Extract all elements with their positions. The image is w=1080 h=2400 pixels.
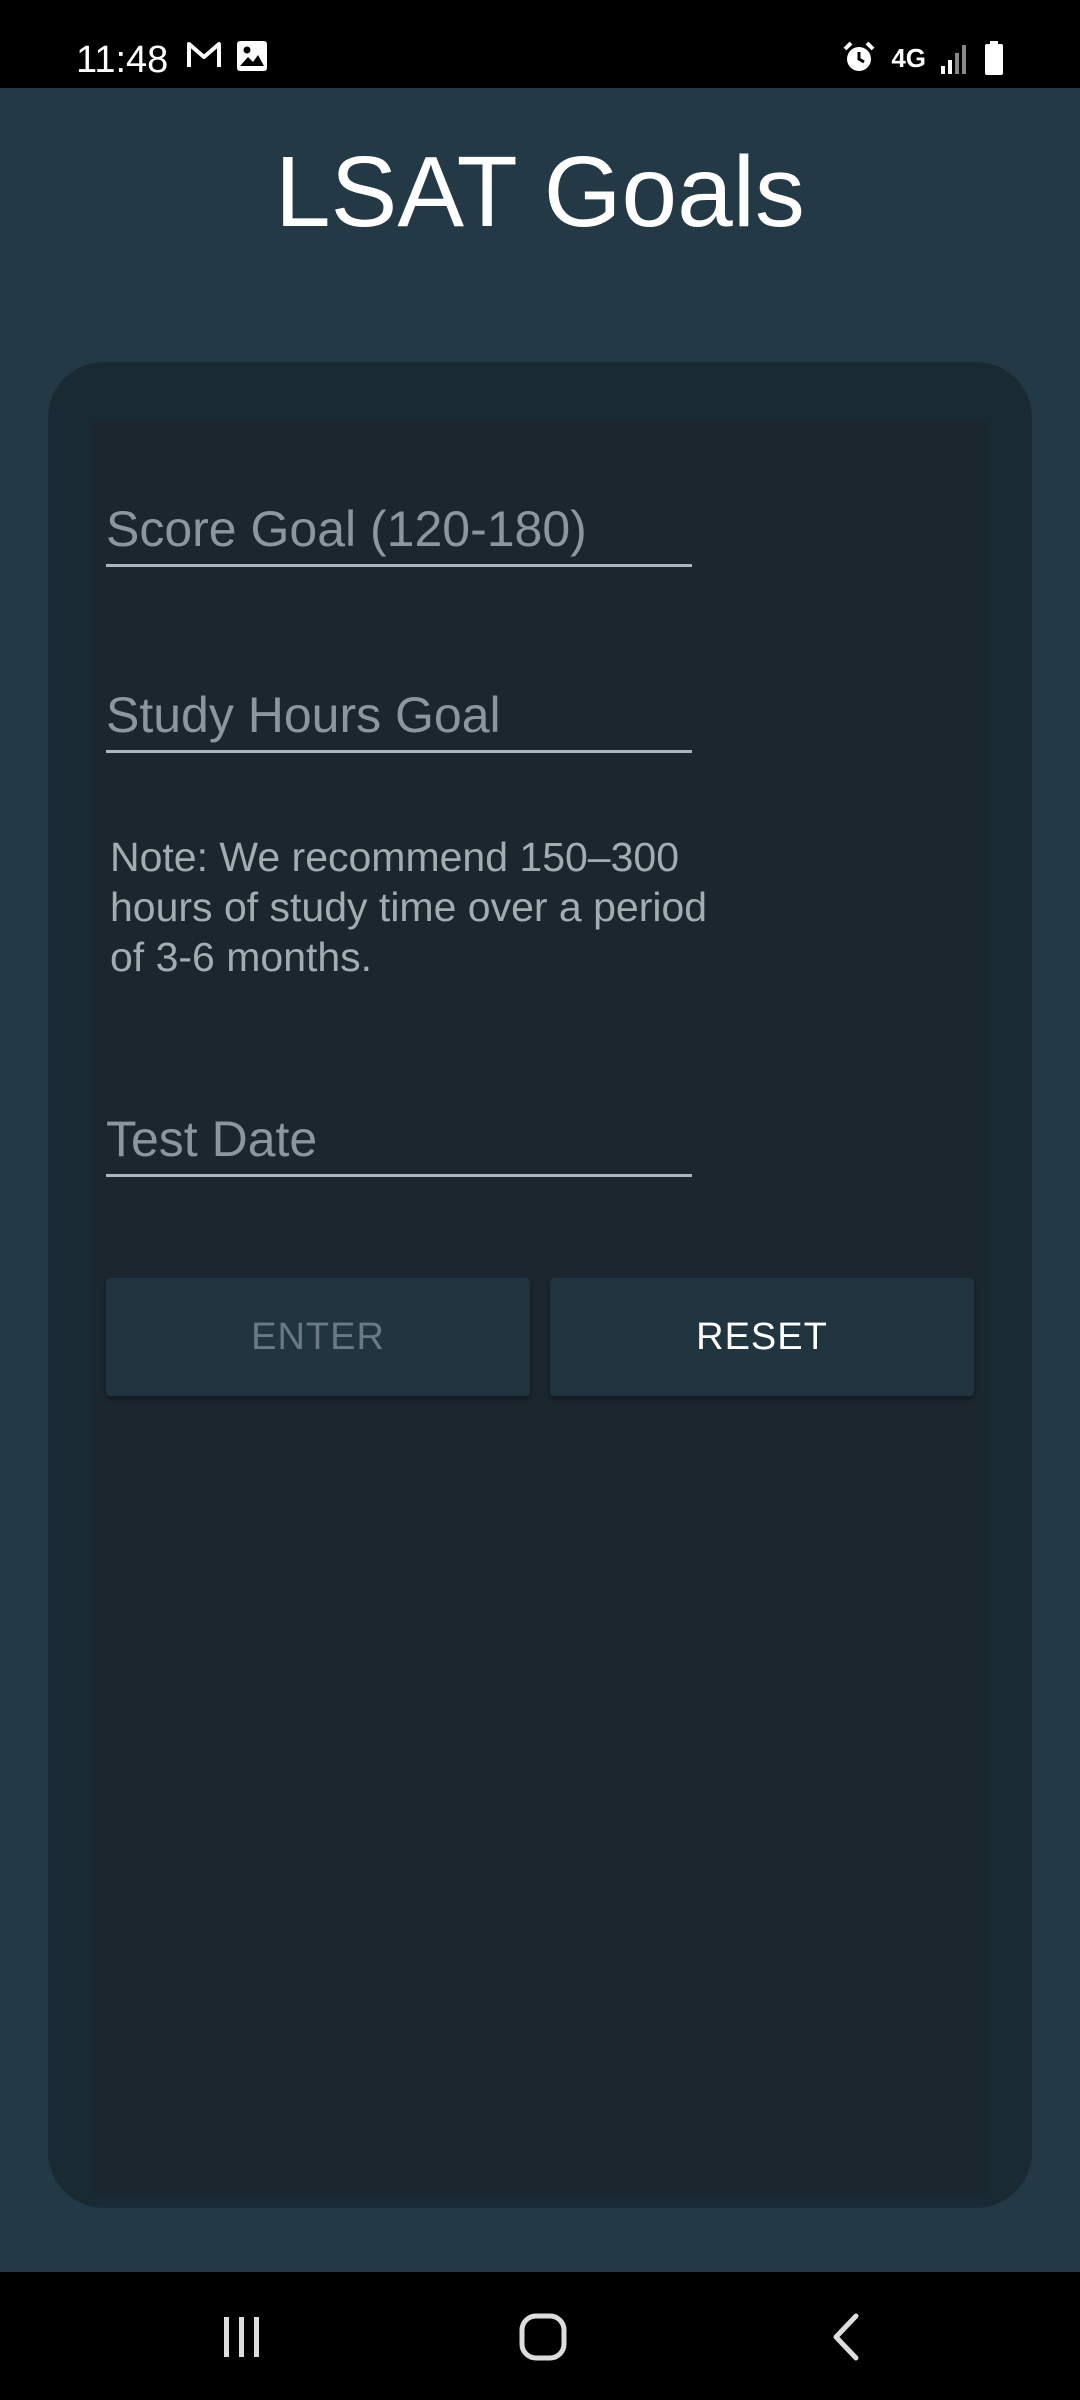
system-icons: 4G <box>841 40 1004 76</box>
gmail-icon <box>186 40 222 72</box>
study-hours-goal-input[interactable] <box>106 686 692 744</box>
app-content: LSAT Goals Note: We recommend 150–300 ho… <box>0 88 1080 2272</box>
signal-icon <box>940 42 970 74</box>
recent-apps-icon[interactable] <box>202 2302 282 2372</box>
back-icon[interactable] <box>806 2302 886 2372</box>
alarm-icon <box>841 40 877 76</box>
notification-icons <box>186 40 268 72</box>
study-hours-goal-field <box>106 670 692 753</box>
home-icon[interactable] <box>503 2302 583 2372</box>
reset-button[interactable]: RESET <box>550 1278 974 1396</box>
status-bar: 11:48 4G <box>0 0 1080 88</box>
image-icon <box>236 40 268 72</box>
score-goal-input[interactable] <box>106 500 692 558</box>
navigation-bar <box>0 2272 1080 2400</box>
battery-icon <box>984 41 1004 75</box>
goals-card: Note: We recommend 150–300 hours of stud… <box>48 362 1032 2208</box>
network-4g-icon: 4G <box>891 43 926 73</box>
score-goal-field <box>106 484 692 567</box>
enter-button[interactable]: ENTER <box>106 1278 530 1396</box>
study-note: Note: We recommend 150–300 hours of stud… <box>110 834 708 980</box>
screen: 11:48 4G LSAT Goals Score Goal (120-180)… <box>0 0 1080 2400</box>
page-title: LSAT Goals <box>275 136 805 248</box>
test-date-input[interactable] <box>106 1110 692 1168</box>
goals-form: Note: We recommend 150–300 hours of stud… <box>92 422 988 2194</box>
status-time: 11:48 <box>76 39 169 81</box>
test-date-field <box>106 1094 692 1177</box>
